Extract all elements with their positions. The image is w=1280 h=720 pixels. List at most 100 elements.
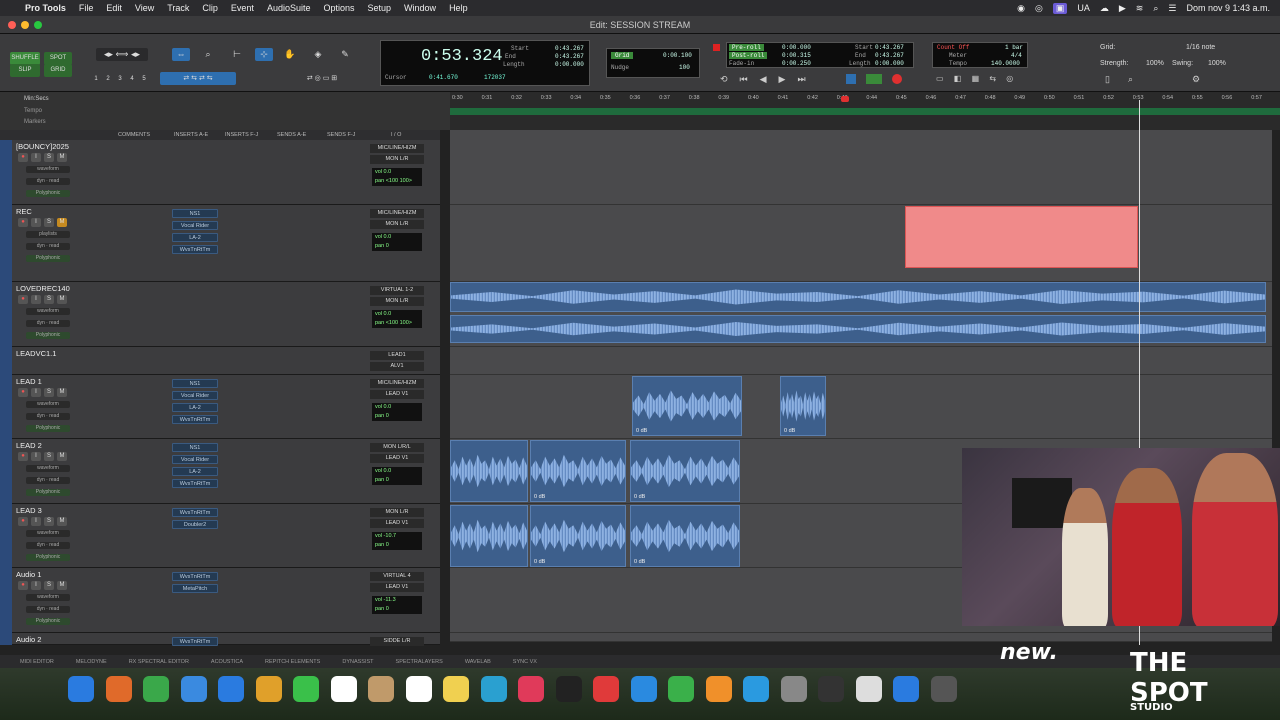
- ruler-label-tempo[interactable]: Tempo: [24, 108, 42, 114]
- trans-start[interactable]: 0:43.267: [875, 44, 904, 51]
- mute-button[interactable]: M: [57, 452, 67, 461]
- vol-pan-readout[interactable]: vol -10.7 pan 0: [372, 532, 422, 550]
- audio-clip[interactable]: 0 dB: [632, 376, 742, 436]
- edit-tools-row-icon[interactable]: ⇄ ⇆ ⇄ ⇆: [160, 72, 236, 85]
- trans-end[interactable]: 0:43.267: [875, 52, 904, 59]
- midi-toggles-icon[interactable]: ▭ ◧ ▦ ⇆ ◎: [936, 74, 1017, 83]
- solo-button[interactable]: S: [44, 517, 54, 526]
- insert-slot[interactable]: WvsTnRtTm: [172, 572, 218, 581]
- gear-status-icon[interactable]: ◉: [1017, 3, 1025, 14]
- menu-options[interactable]: Options: [323, 3, 354, 13]
- input-monitor-button[interactable]: I: [31, 218, 41, 227]
- column-io[interactable]: I / O: [391, 132, 401, 138]
- record-arm-button[interactable]: ●: [18, 295, 28, 304]
- solo-button[interactable]: S: [44, 581, 54, 590]
- grabber-tool-icon[interactable]: ✋: [282, 48, 298, 61]
- track-name[interactable]: LEAD 1: [16, 377, 42, 386]
- automation-mode[interactable]: dyn · read: [26, 320, 70, 327]
- menu-event[interactable]: Event: [231, 3, 254, 13]
- zoom-preset-2[interactable]: 2: [104, 73, 112, 86]
- automation-mode[interactable]: dyn · read: [26, 413, 70, 420]
- pencil-tool-icon[interactable]: ✎: [337, 48, 353, 61]
- menu-pro-tools[interactable]: Pro Tools: [25, 3, 66, 13]
- dock-app-icon[interactable]: [180, 676, 207, 702]
- elastic-mode[interactable]: Polyphonic: [26, 332, 70, 339]
- track-row[interactable]: LEAD 1 ● I S Mwaveform dyn · read Polyphonic NS…: [0, 375, 440, 439]
- menu-edit[interactable]: Edit: [106, 3, 122, 13]
- column-comments[interactable]: COMMENTS: [118, 132, 150, 138]
- track-row[interactable]: LEADVC1.1 LEAD1 ALV1: [0, 347, 440, 375]
- metronome-icon[interactable]: ▯: [1105, 74, 1110, 85]
- dock-app-icon[interactable]: [330, 676, 357, 702]
- solo-button[interactable]: S: [44, 218, 54, 227]
- track-name[interactable]: [BOUNCY]2025: [16, 142, 69, 151]
- elastic-mode[interactable]: Polyphonic: [26, 255, 70, 262]
- tab-spectralayers[interactable]: SPECTRALAYERS: [396, 659, 443, 665]
- dock-app-icon[interactable]: [480, 676, 507, 702]
- vol-pan-readout[interactable]: vol -11.3 pan 0: [372, 596, 422, 614]
- track-view-selector[interactable]: waveform: [26, 465, 70, 472]
- menu-file[interactable]: File: [79, 3, 94, 13]
- grid-value[interactable]: 0:00.100: [663, 52, 692, 59]
- strength-value[interactable]: 100%: [1146, 60, 1164, 67]
- track-row[interactable]: Audio 1 ● I S Mwaveform dyn · read Polyphonic W…: [0, 568, 440, 633]
- track-view-selector[interactable]: waveform: [26, 594, 70, 601]
- zoom-search-icon[interactable]: ⌕: [1128, 74, 1133, 85]
- audio-clip[interactable]: [450, 282, 1266, 312]
- input-monitor-button[interactable]: I: [31, 517, 41, 526]
- insert-slot[interactable]: WvsTnRtTm: [172, 508, 218, 517]
- settings-gear-icon[interactable]: ⚙: [1192, 74, 1200, 85]
- insert-slot[interactable]: LA-2: [172, 403, 218, 412]
- trans-length[interactable]: 0:00.000: [875, 60, 904, 67]
- playhead-marker[interactable]: [841, 96, 849, 102]
- record-arm-button[interactable]: ●: [18, 218, 28, 227]
- selection-length[interactable]: 0:00.000: [555, 61, 584, 68]
- preroll-label[interactable]: Pre-roll: [729, 44, 764, 51]
- zoom-preset-4[interactable]: 4: [128, 73, 136, 86]
- solo-button[interactable]: S: [44, 295, 54, 304]
- trim-tool-icon[interactable]: ⊢: [228, 48, 246, 61]
- dock-app-icon[interactable]: [518, 676, 544, 702]
- audio-clip[interactable]: 0 dB: [530, 440, 626, 502]
- audio-clip[interactable]: 0 dB: [780, 376, 826, 436]
- close-window-icon[interactable]: [8, 21, 16, 29]
- minimize-window-icon[interactable]: [21, 21, 29, 29]
- tab-acoustica[interactable]: ACOUSTICA: [211, 659, 243, 665]
- output-selector[interactable]: LEAD V1: [370, 519, 424, 528]
- insert-slot[interactable]: WvsTnRtTm: [172, 415, 218, 424]
- vol-pan-readout[interactable]: vol 0.0 pan <100 100>: [372, 310, 422, 328]
- insert-slot[interactable]: NS1: [172, 209, 218, 218]
- elastic-mode[interactable]: Polyphonic: [26, 489, 70, 496]
- record-arm-button[interactable]: ●: [18, 517, 28, 526]
- selection-start[interactable]: 0:43.267: [555, 45, 584, 52]
- elastic-mode[interactable]: Polyphonic: [26, 554, 70, 561]
- input-monitor-button[interactable]: I: [31, 581, 41, 590]
- user-icon[interactable]: ◎: [1035, 3, 1043, 14]
- note-value[interactable]: 1/16 note: [1186, 44, 1215, 51]
- column-sends-ae[interactable]: SENDS A-E: [277, 132, 306, 138]
- input-selector[interactable]: MON L/R: [370, 508, 424, 517]
- input-selector[interactable]: SIDDE L/R: [370, 637, 424, 646]
- track-view-selector[interactable]: waveform: [26, 166, 70, 173]
- zoom-tool-icon[interactable]: ⇔: [172, 48, 190, 61]
- dock-app-icon[interactable]: [668, 676, 694, 702]
- transport-buttons[interactable]: ⟲⏮◀▶⏭: [720, 74, 818, 85]
- dock-app-icon[interactable]: [893, 676, 919, 702]
- count-off-label[interactable]: Count Off: [937, 44, 969, 51]
- insert-slot[interactable]: Doubler2: [172, 520, 218, 529]
- solo-button[interactable]: S: [44, 452, 54, 461]
- zoom-window-icon[interactable]: [34, 21, 42, 29]
- solo-button[interactable]: S: [44, 153, 54, 162]
- tab-rx-spectral[interactable]: RX SPECTRAL EDITOR: [129, 659, 189, 665]
- vol-pan-readout[interactable]: vol 0.0 pan 0: [372, 467, 422, 485]
- nudge-value[interactable]: 100: [679, 64, 690, 71]
- output-selector[interactable]: MON L/R: [370, 155, 424, 164]
- dock-app-icon[interactable]: [855, 676, 882, 702]
- track-row[interactable]: LEAD 3 ● I S Mwaveform dyn · read Polyphonic Wv…: [0, 504, 440, 568]
- dock-app-icon[interactable]: [368, 676, 394, 702]
- track-name[interactable]: REC: [16, 207, 32, 216]
- insert-slot[interactable]: NS1: [172, 379, 218, 388]
- search-icon[interactable]: ⌕: [1153, 3, 1158, 14]
- record-arm-button[interactable]: ●: [18, 452, 28, 461]
- dock-app-icon[interactable]: [255, 676, 282, 702]
